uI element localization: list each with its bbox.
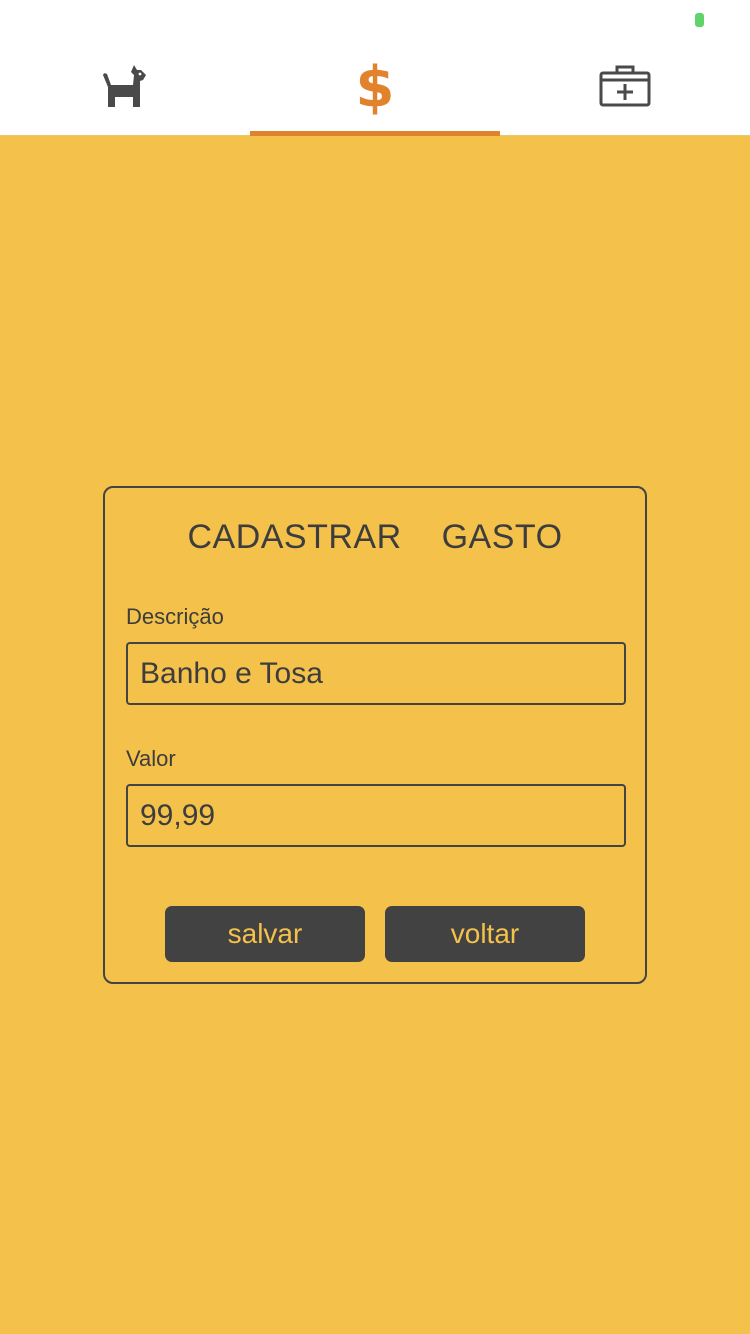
tab-health[interactable] xyxy=(500,40,750,136)
medical-kit-icon xyxy=(599,64,651,113)
tab-pets[interactable] xyxy=(0,40,250,136)
tab-expenses[interactable]: $ xyxy=(250,40,500,136)
form-title: CADASTRAR GASTO xyxy=(187,518,563,556)
value-input[interactable] xyxy=(126,784,626,847)
dollar-icon: $ xyxy=(355,55,395,120)
battery-icon xyxy=(695,13,704,27)
description-label: Descrição xyxy=(126,604,224,629)
tab-indicator xyxy=(500,131,750,136)
value-label: Valor xyxy=(126,746,176,771)
description-input[interactable] xyxy=(126,642,626,705)
back-button[interactable]: voltar xyxy=(385,906,585,962)
dog-icon xyxy=(100,61,150,116)
tab-indicator-active xyxy=(250,131,500,136)
tab-bar: $ xyxy=(0,40,750,136)
status-bar xyxy=(0,0,750,40)
tab-indicator xyxy=(0,131,250,136)
save-button[interactable]: salvar xyxy=(165,906,365,962)
expense-form-card: CADASTRAR GASTO Descrição Valor salvar v… xyxy=(103,486,647,984)
